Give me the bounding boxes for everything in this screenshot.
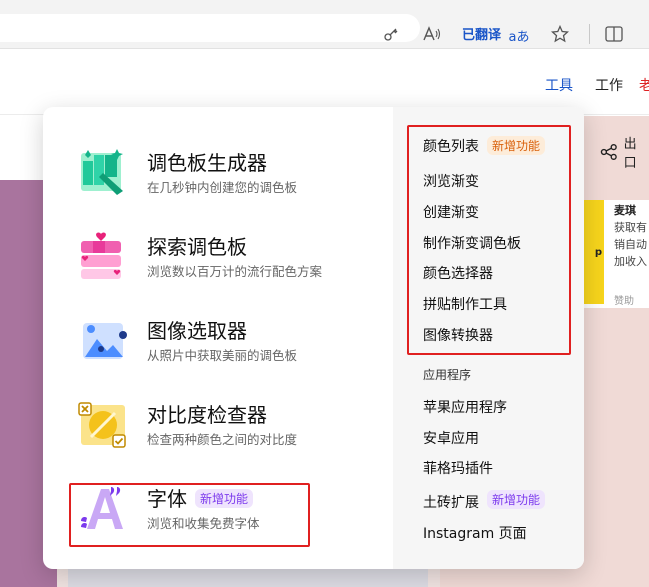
menu-item-description: 在几秒钟内创建您的调色板 xyxy=(147,180,298,195)
link-label: 颜色列表 xyxy=(423,139,479,155)
menu-item-fonts[interactable]: 字体 新增功能 浏览和收集免费字体 xyxy=(77,483,377,543)
translate-icon[interactable]: aあ xyxy=(508,23,530,47)
export-label: 出口 xyxy=(623,137,637,171)
apps-section-heading: 应用程序 xyxy=(423,368,472,382)
menu-item-title: 字体 新增功能 xyxy=(147,483,254,512)
translated-status[interactable]: 已翻译 xyxy=(462,24,501,43)
ad-sponsored-label: 赞助 xyxy=(614,296,634,307)
tools-dropdown-menu: 调色板生成器 在几秒钟内创建您的调色板 探索调色板 浏览数以百万计的流行配色方案… xyxy=(43,107,584,569)
menu-item-image-picker[interactable]: 图像选取器 从照片中获取美丽的调色板 xyxy=(77,315,377,375)
menu-item-palette-generator[interactable]: 调色板生成器 在几秒钟内创建您的调色板 xyxy=(77,147,377,207)
share-icon xyxy=(600,143,617,161)
link-image-converter[interactable]: 图像转换器 xyxy=(423,325,493,345)
link-gradient-palette[interactable]: 制作渐变调色板 xyxy=(423,233,521,253)
key-icon[interactable] xyxy=(381,22,401,46)
split-screen-icon[interactable] xyxy=(603,22,625,46)
link-android-app[interactable]: 安卓应用 xyxy=(423,428,479,448)
ad-logo: p xyxy=(584,200,604,304)
menu-item-title: 图像选取器 xyxy=(147,319,247,343)
ad-text-line: 加收入 xyxy=(614,255,647,268)
explore-palettes-icon xyxy=(81,232,121,279)
address-bar[interactable] xyxy=(0,14,420,42)
link-browse-gradients[interactable]: 浏览渐变 xyxy=(423,171,479,191)
menu-item-title: 调色板生成器 xyxy=(147,151,267,175)
menu-item-description: 浏览数以百万计的流行配色方案 xyxy=(147,264,323,279)
new-feature-badge: 新增功能 xyxy=(487,136,546,155)
menu-item-title-text: 字体 xyxy=(147,487,187,511)
palette-generator-icon xyxy=(81,149,123,195)
ad-title: 麦琪 xyxy=(614,204,636,217)
new-feature-badge: 新增功能 xyxy=(487,490,546,509)
nav-more-cutoff[interactable]: 老 xyxy=(639,75,649,95)
menu-item-description: 检查两种颜色之间的对比度 xyxy=(147,432,298,447)
link-color-picker[interactable]: 颜色选择器 xyxy=(423,263,493,283)
ad-text-line: 获取有 xyxy=(614,221,647,234)
menu-item-title: 探索调色板 xyxy=(147,235,247,259)
new-feature-badge: 新增功能 xyxy=(195,489,254,508)
link-create-gradient[interactable]: 创建渐变 xyxy=(423,202,479,222)
sponsored-ad[interactable]: p 麦琪 获取有 销自动 加收入 赞助 xyxy=(584,200,649,308)
menu-item-contrast-checker[interactable]: 对比度检查器 检查两种颜色之间的对比度 xyxy=(77,399,377,459)
ad-text-line: 销自动 xyxy=(614,238,647,251)
link-instagram[interactable]: Instagram 页面 xyxy=(423,523,527,543)
link-label: 土砖扩展 xyxy=(423,495,479,511)
browser-toolbar: 已翻译 aあ xyxy=(0,0,649,48)
contrast-checker-icon xyxy=(78,402,126,448)
read-aloud-icon[interactable] xyxy=(420,22,444,46)
menu-item-description: 从照片中获取美丽的调色板 xyxy=(147,348,298,363)
export-button[interactable]: 出口 xyxy=(600,133,649,171)
link-ios-app[interactable]: 苹果应用程序 xyxy=(423,397,507,417)
menu-item-description: 浏览和收集免费字体 xyxy=(147,516,260,531)
link-adobe-extension[interactable]: 土砖扩展 新增功能 xyxy=(423,490,546,512)
fonts-icon xyxy=(81,487,123,529)
nav-jobs[interactable]: 工作 xyxy=(595,75,623,95)
link-collage-maker[interactable]: 拼贴制作工具 xyxy=(423,294,507,314)
image-picker-icon xyxy=(83,323,127,359)
link-figma-plugin[interactable]: 菲格玛插件 xyxy=(423,458,493,478)
menu-item-explore-palettes[interactable]: 探索调色板 浏览数以百万计的流行配色方案 xyxy=(77,231,377,291)
nav-tools[interactable]: 工具 xyxy=(545,75,573,95)
link-color-list[interactable]: 颜色列表 新增功能 xyxy=(423,136,546,156)
favorite-star-icon[interactable] xyxy=(549,22,571,46)
menu-item-title: 对比度检查器 xyxy=(147,403,267,427)
site-header: 工具 工作 老 xyxy=(0,49,649,115)
toolbar-divider xyxy=(589,24,590,44)
